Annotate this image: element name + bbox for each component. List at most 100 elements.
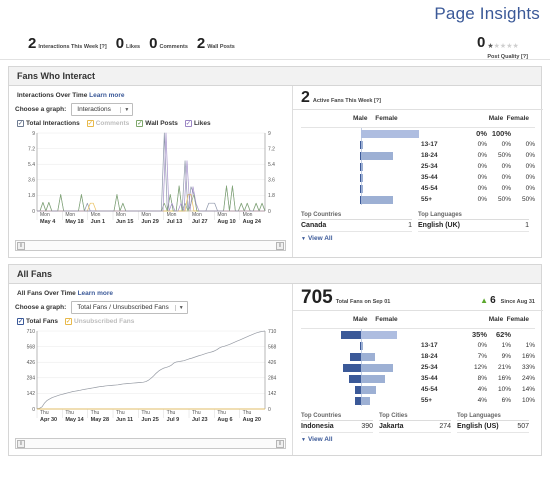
post-quality-label: Post Quality [?]	[487, 54, 528, 60]
all-fans-demographics: Male Female Male Female 35% 62% 13-17 0% 1% 1…	[293, 311, 543, 409]
all-fans-pyramid-female-label: Female	[375, 316, 398, 323]
svg-text:May 14: May 14	[65, 417, 84, 423]
demo-male-pct: 0%	[477, 152, 487, 159]
svg-text:Aug 24: Aug 24	[243, 219, 262, 225]
demo-age-label: 55+	[421, 397, 433, 404]
legend-item[interactable]: ✓ Comments	[86, 120, 129, 127]
female-bar	[361, 129, 419, 138]
svg-text:Mon: Mon	[243, 212, 253, 218]
all-fans-learn-more-link[interactable]: Learn more	[78, 290, 113, 297]
svg-text:Jun 15: Jun 15	[116, 219, 133, 225]
scrollbar-right-handle[interactable]: ⦀	[276, 241, 284, 250]
top-list-value: 1	[525, 222, 529, 229]
svg-text:1.8: 1.8	[28, 193, 35, 199]
legend-item[interactable]: ✓ Unsubscribed Fans	[65, 318, 134, 325]
interact-table-male-label: Male	[488, 115, 504, 122]
top-list-title: Top Countries	[301, 413, 373, 421]
demo-total-pct: 10%	[521, 397, 535, 404]
all-fans-chart: 0 0 142 142 284 284 426 426 568 568 710 710 Thu Apr 3…	[15, 327, 286, 435]
svg-text:Thu: Thu	[116, 410, 125, 416]
svg-text:Mon: Mon	[116, 212, 126, 218]
demo-pyramid-cell	[301, 373, 421, 384]
svg-text:Mon: Mon	[65, 212, 75, 218]
svg-text:9: 9	[32, 131, 35, 137]
all-fans-pyramid-male-label: Male	[353, 316, 368, 323]
checkbox-icon[interactable]: ✓	[86, 120, 94, 127]
top-list-name: Indonesia	[301, 423, 334, 430]
demo-age-row: 35-44 0% 0% 0%	[301, 172, 535, 183]
checkbox-icon[interactable]: ✓	[184, 120, 192, 127]
interact-view-all[interactable]: ▼ View All	[293, 232, 543, 247]
demo-male-pct: 0%	[477, 185, 487, 192]
checkbox-icon[interactable]: ✓	[65, 318, 73, 325]
checkbox-icon[interactable]: ✓	[136, 120, 144, 127]
female-bar	[361, 140, 363, 149]
demo-pyramid-cell	[301, 351, 421, 362]
demo-age-label: 18-24	[421, 353, 438, 360]
demo-totals-row: 35% 62%	[301, 329, 535, 340]
all-fans-chart-range-scrollbar[interactable]: ⦀ ⦀	[15, 438, 286, 449]
all-fans-graph-select[interactable]: Total Fans / Unsubscribed Fans ▼	[71, 301, 188, 314]
svg-text:May 4: May 4	[40, 219, 56, 225]
panel-title-fans-who-interact: Fans Who Interact	[9, 67, 541, 86]
interactions-graph-select-value: Interactions	[77, 106, 111, 113]
female-bar	[361, 352, 375, 361]
demo-age-row: 25-34 12% 21% 33%	[301, 362, 535, 373]
demo-total-pct: 24%	[521, 375, 535, 382]
demo-pyramid-cell	[301, 161, 421, 172]
female-bar	[361, 173, 363, 182]
demo-age-label: 25-34	[421, 364, 438, 371]
svg-text:426: 426	[27, 360, 36, 366]
demo-total-pct: 1%	[525, 342, 535, 349]
female-bar	[361, 330, 397, 339]
demo-age-label: 13-17	[421, 342, 438, 349]
legend-item[interactable]: ✓ Total Interactions	[17, 120, 80, 127]
svg-text:284: 284	[27, 376, 36, 382]
demo-male-pct: 0%	[477, 196, 487, 203]
female-bar	[361, 151, 393, 160]
demo-female-pct: 62%	[495, 330, 511, 339]
demo-age-label: 45-54	[421, 185, 438, 192]
all-fans-view-all[interactable]: ▼ View All	[293, 433, 543, 448]
interactions-learn-more-link[interactable]: Learn more	[89, 92, 124, 99]
checkbox-icon[interactable]: ✓	[17, 120, 24, 127]
all-fans-line-chart: 0 0142 142284 284426 426568 568710 710ThuApr 3…	[27, 329, 277, 423]
interactions-picker-label: Choose a graph:	[15, 106, 67, 113]
interactions-graph-select[interactable]: Interactions ▼	[71, 103, 134, 116]
total-fans-delta-label: Since Aug 31	[500, 299, 535, 305]
scrollbar-left-handle[interactable]: ⦀	[17, 439, 25, 448]
interact-view-all-label: View All	[307, 235, 333, 242]
top-list-row: Indonesia 390	[301, 421, 373, 433]
legend-item-label: Unsubscribed Fans	[74, 318, 135, 325]
checkbox-icon[interactable]: ✓	[17, 318, 24, 325]
demo-female-pct: 6%	[501, 397, 511, 404]
star-empty-icon: ★	[512, 43, 519, 50]
demo-age-row: 45-54 4% 10% 14%	[301, 384, 535, 395]
summary-stat: 0 Likes	[116, 36, 140, 51]
summary-stat-value: 2	[196, 35, 206, 52]
demo-pyramid-cell	[301, 329, 421, 340]
legend-item[interactable]: ✓ Total Fans	[17, 318, 58, 325]
female-bar	[361, 374, 386, 383]
svg-text:Jul 9: Jul 9	[167, 417, 180, 423]
svg-text:7.2: 7.2	[268, 146, 275, 152]
demo-pyramid-cell	[301, 150, 421, 161]
interact-demographics-column: 2 Active Fans This Week [?] Male Female …	[293, 86, 543, 257]
summary-stat-label: Interactions This Week [?]	[38, 44, 107, 50]
demo-male-pct: 4%	[477, 397, 487, 404]
svg-text:710: 710	[27, 329, 36, 335]
svg-text:May 28: May 28	[91, 417, 109, 423]
legend-item[interactable]: ✓ Likes	[184, 120, 211, 127]
top-list-column: Top Languages English (US) 507	[457, 413, 535, 433]
demo-male-pct: 35%	[471, 330, 487, 339]
demo-female-pct: 21%	[497, 364, 511, 371]
interactions-chart-range-scrollbar[interactable]: ⦀ ⦀	[15, 240, 286, 251]
scrollbar-left-handle[interactable]: ⦀	[17, 241, 25, 250]
legend-item[interactable]: ✓ Wall Posts	[136, 120, 178, 127]
demo-male-pct: 12%	[473, 364, 487, 371]
top-list-title: Top Countries	[301, 212, 412, 220]
summary-stat-label: Likes	[126, 44, 141, 50]
svg-text:5.4: 5.4	[28, 162, 35, 168]
scrollbar-right-handle[interactable]: ⦀	[276, 439, 284, 448]
svg-text:Thu: Thu	[167, 410, 176, 416]
